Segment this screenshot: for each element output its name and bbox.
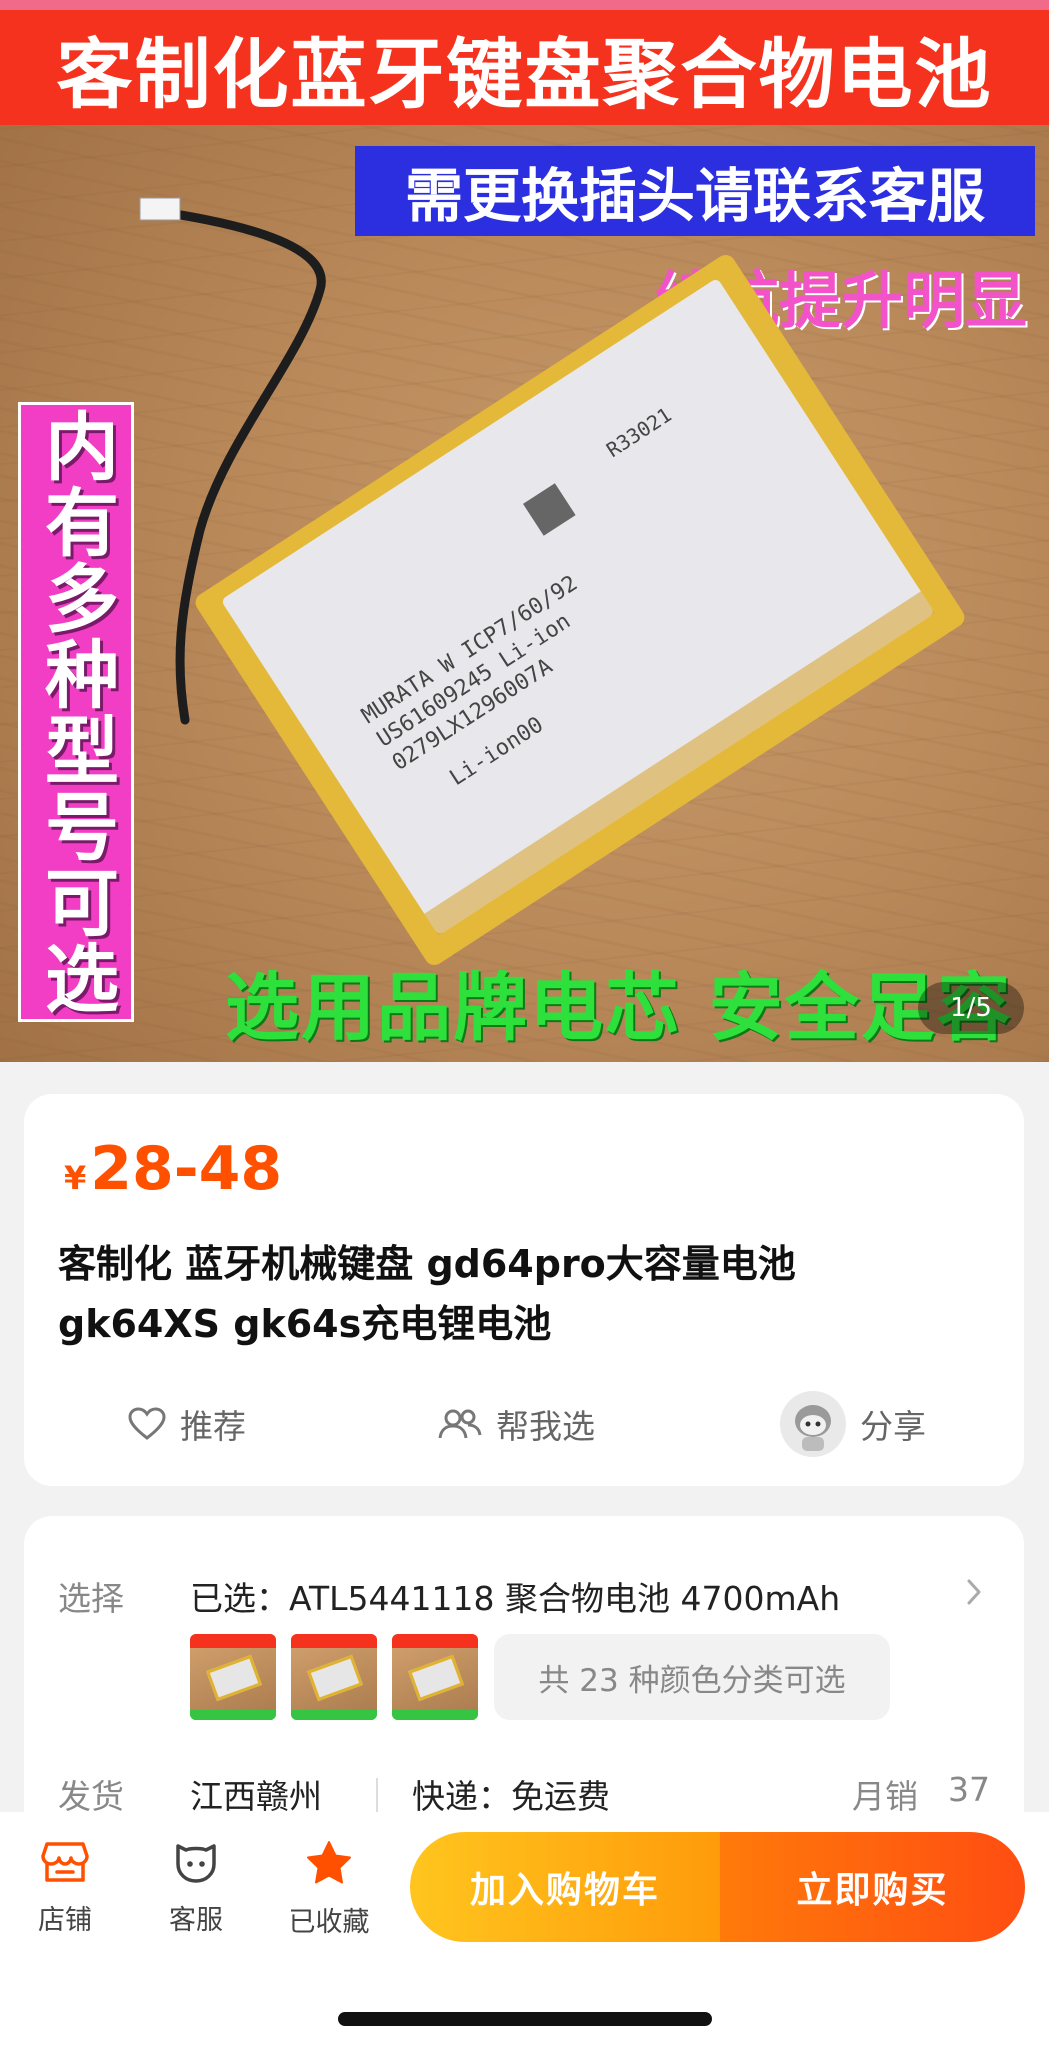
heart-icon [128,1407,166,1441]
variant-thumbnail[interactable] [392,1634,478,1720]
selected-variant[interactable]: 已选：ATL5441118 聚合物电池 4700mAh [190,1572,840,1620]
share-avatar-icon [780,1391,846,1457]
price-value: 28-48 [90,1134,283,1204]
image-page-indicator: 1/5 [918,982,1024,1034]
battery-illustration: MURATA W ICP7/60/92 US61609245 Li-ion 02… [139,197,965,965]
customer-service-button[interactable]: 客服 [141,1840,251,1950]
price-currency: ¥ [64,1159,87,1197]
customer-service-label: 客服 [169,1905,223,1936]
add-to-cart-button[interactable]: 加入购物车 [410,1832,720,1942]
variants-count-chip[interactable]: 共 23 种颜色分类可选 [494,1634,890,1720]
monthly-sales-value: 37 [948,1770,990,1809]
home-indicator [338,2012,712,2026]
product-image-gallery[interactable]: 客制化蓝牙键盘聚合物电池 需更换插头请联系客服 续航提升明显 MURATA W … [0,0,1049,1062]
help-choose-label: 帮我选 [496,1407,595,1446]
shipping-express: 快递：免运费 [412,1777,610,1816]
store-label: 店铺 [38,1905,92,1936]
share-button[interactable]: 分享 [780,1384,926,1464]
people-icon [438,1407,482,1441]
buy-now-button[interactable]: 立即购买 [720,1832,1025,1942]
shipping-origin: 江西赣州 [190,1777,322,1816]
selection-label: 选择 [58,1579,124,1618]
product-actions: 推荐 帮我选 分享 [24,1384,1024,1464]
product-info-card: ¥ 28-48 客制化 蓝牙机械键盘 gd64pro大容量电池 gk64XS g… [24,1094,1024,1486]
star-icon [305,1840,353,1890]
variant-thumbnail[interactable] [291,1634,377,1720]
variant-thumbnail[interactable] [190,1634,276,1720]
hero-models-banner: 内有多种型号可选 [18,402,134,1022]
hero-quality-text: 选用品牌电芯 安全足容 [225,965,1013,1051]
battery-connector [139,197,181,221]
variant-thumbnails [190,1634,493,1720]
favorite-button[interactable]: 已收藏 [274,1840,384,1950]
recommend-button[interactable]: 推荐 [128,1384,246,1464]
monthly-sales-label: 月销 [852,1777,918,1816]
product-title: 客制化 蓝牙机械键盘 gd64pro大容量电池 gk64XS gk64s充电锂电… [58,1242,796,1346]
price: ¥ 28-48 [64,1134,282,1204]
share-label: 分享 [860,1407,926,1446]
shipping-divider [376,1778,378,1814]
hero-models-text: 内有多种型号可选 [32,408,119,1016]
chevron-right-icon[interactable] [966,1578,982,1610]
shipping-label: 发货 [58,1777,124,1816]
help-choose-button[interactable]: 帮我选 [438,1384,595,1464]
favorite-label: 已收藏 [288,1907,370,1938]
customer-service-icon [172,1840,220,1888]
store-button[interactable]: 店铺 [10,1840,120,1950]
store-icon [41,1840,89,1888]
recommend-label: 推荐 [180,1407,246,1446]
